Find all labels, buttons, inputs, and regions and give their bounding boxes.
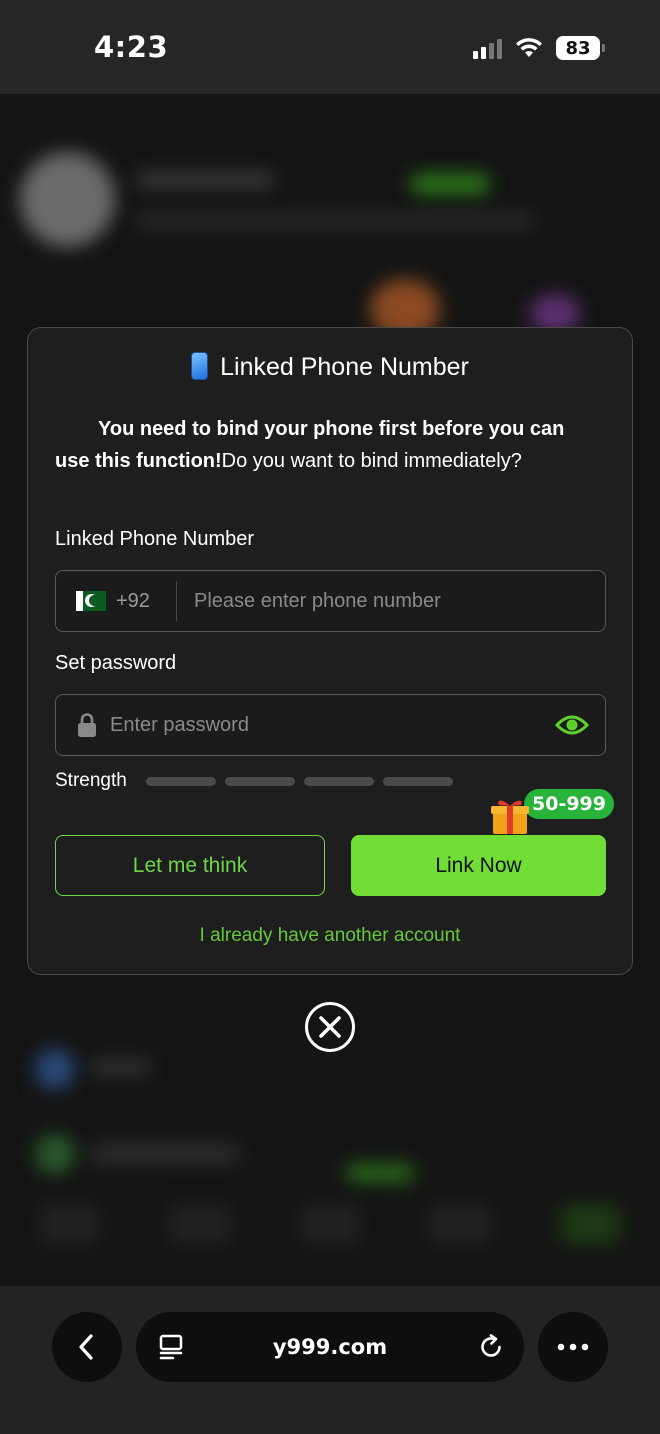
- password-input[interactable]: Enter password: [55, 694, 606, 756]
- input-divider: [176, 581, 177, 621]
- dialog-message: You need to bind your phone first before…: [55, 414, 595, 477]
- dialog-message-rest: Do you want to bind immediately?: [221, 449, 522, 472]
- status-bar: 4:23 83: [0, 0, 660, 94]
- status-icons: 83: [473, 34, 605, 62]
- alt-account-link[interactable]: I already have another account: [28, 925, 632, 947]
- more-icon: [557, 1343, 589, 1351]
- more-button[interactable]: [538, 1312, 608, 1382]
- pakistan-flag-icon[interactable]: [76, 591, 106, 611]
- tabs-icon[interactable]: [158, 1334, 184, 1360]
- phone-placeholder: Please enter phone number: [194, 590, 441, 612]
- link-now-button[interactable]: Link Now: [351, 835, 606, 896]
- back-arrow-icon: [79, 1334, 93, 1360]
- dialog-title: Linked Phone Number: [28, 352, 632, 382]
- back-button[interactable]: [52, 1312, 122, 1382]
- let-me-think-button[interactable]: Let me think: [55, 835, 325, 896]
- country-code[interactable]: +92: [116, 590, 150, 613]
- password-label: Set password: [55, 652, 177, 674]
- eye-icon[interactable]: [555, 713, 589, 737]
- signal-icon: [473, 37, 502, 59]
- password-placeholder: Enter password: [110, 714, 249, 736]
- battery-icon: 83: [556, 36, 605, 60]
- phone-input[interactable]: +92 Please enter phone number: [55, 570, 606, 632]
- strength-label: Strength: [55, 770, 127, 791]
- phone-label: Linked Phone Number: [55, 528, 255, 550]
- link-phone-dialog: Linked Phone Number You need to bind you…: [27, 327, 633, 975]
- wifi-icon: [516, 38, 542, 57]
- strength-bar: [225, 777, 295, 786]
- close-icon[interactable]: [304, 1001, 356, 1053]
- lock-icon: [78, 713, 96, 737]
- url-bar[interactable]: y999.com: [136, 1312, 524, 1382]
- strength-bar: [304, 777, 374, 786]
- url-text[interactable]: y999.com: [273, 1335, 387, 1359]
- gift-icon: [491, 800, 529, 834]
- strength-bar: [146, 777, 216, 786]
- dialog-title-text: Linked Phone Number: [220, 353, 469, 381]
- phone-icon: [191, 352, 209, 380]
- strength-bar: [383, 777, 453, 786]
- reload-icon[interactable]: [478, 1334, 504, 1360]
- browser-toolbar: y999.com: [0, 1286, 660, 1434]
- bonus-badge: 50-999: [524, 789, 614, 819]
- status-time: 4:23: [94, 30, 169, 64]
